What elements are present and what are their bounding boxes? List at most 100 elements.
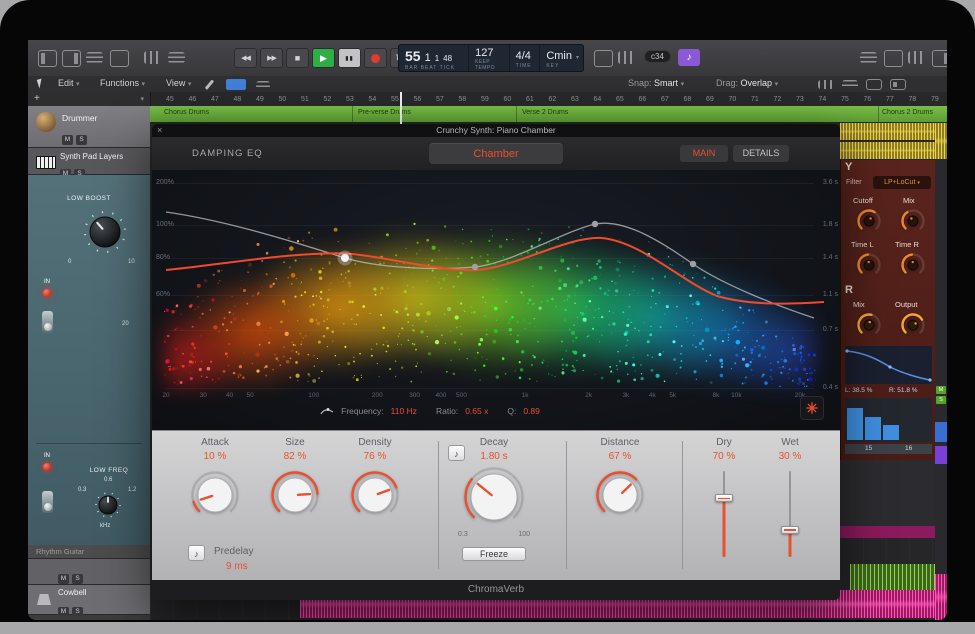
tap-display[interactable] — [845, 398, 932, 442]
header-chevron-icon[interactable]: ▾ — [140, 95, 144, 103]
pointer-tool-icon[interactable] — [37, 78, 45, 88]
freq-toggle-switch[interactable] — [42, 491, 53, 513]
solo-button[interactable]: S — [72, 574, 83, 584]
eq-curves — [152, 170, 840, 430]
quick-help-icon[interactable] — [110, 50, 129, 67]
low-freq-knob[interactable] — [94, 491, 122, 524]
drum-waveform-region[interactable] — [840, 123, 947, 140]
distance-knob[interactable] — [594, 469, 646, 521]
metronome-icon[interactable] — [618, 51, 634, 64]
browsers-icon[interactable] — [932, 50, 947, 67]
time-r-knob[interactable] — [899, 251, 927, 279]
lcd-display[interactable]: 55 1 1 48 BAR BEAT TICK 127 KEEP TEMPO 4… — [398, 44, 584, 72]
time-l-knob[interactable] — [855, 251, 883, 279]
freeze-button[interactable]: Freeze — [462, 547, 526, 561]
in-label: IN — [44, 453, 50, 459]
tab-details[interactable]: DETAILS — [733, 145, 789, 162]
toolbar-icon[interactable] — [86, 52, 103, 63]
dry-value: 70 % — [696, 451, 752, 462]
note-pads-icon[interactable] — [884, 50, 903, 67]
plugin-titlebar[interactable]: × Crunchy Synth: Piano Chamber — [152, 124, 840, 137]
snap-menu[interactable]: Snap: Smart ▾ — [628, 78, 684, 88]
in-led[interactable] — [43, 289, 51, 297]
attack-knob[interactable] — [189, 469, 241, 521]
density-knob[interactable] — [349, 469, 401, 521]
catch-playhead-icon[interactable] — [256, 81, 270, 89]
horizontal-zoom-icon[interactable] — [842, 80, 858, 89]
decay-axis-label: 3.6 s — [823, 179, 838, 186]
damping-eq-display[interactable]: 200%100%80%60% 3.6 s1.8 s1.4 s1.1 s0.7 s… — [152, 170, 840, 430]
mute-button[interactable]: M — [62, 135, 73, 145]
track-header-unnamed[interactable]: MS — [28, 559, 150, 585]
region-verse2-drums[interactable]: Verse 2 Drums — [522, 109, 568, 116]
smart-controls-icon[interactable] — [144, 51, 161, 64]
playhead[interactable] — [400, 92, 402, 124]
room-type-button[interactable]: Chamber — [429, 143, 563, 164]
list-editors-icon[interactable] — [860, 52, 877, 63]
midi-in-button[interactable] — [226, 79, 246, 90]
close-icon[interactable]: × — [157, 124, 162, 137]
forward-button[interactable]: ▶▶ — [260, 48, 283, 68]
region-preverse-drums[interactable]: Pre-verse Drums — [358, 109, 411, 116]
plugin-window-title: Crunchy Synth: Piano Chamber — [436, 125, 556, 135]
track-header-drummer[interactable]: Drummer MS — [28, 106, 150, 148]
vertical-zoom-icon[interactable] — [866, 79, 882, 90]
inspector-icon[interactable] — [62, 50, 81, 67]
cowbell-waveform-region[interactable] — [850, 564, 940, 590]
tuner-button[interactable]: ♪ — [678, 49, 700, 66]
low-boost-knob[interactable] — [82, 209, 128, 260]
eq-node — [592, 221, 598, 227]
wet-slider[interactable] — [780, 471, 800, 557]
functions-menu[interactable]: Functions ▾ — [100, 78, 145, 88]
pencil-tool-icon[interactable] — [205, 79, 214, 89]
dry-slider[interactable] — [714, 471, 734, 557]
filter-mode-button[interactable]: LP+LoCut▾ — [873, 176, 931, 189]
count-in-badge[interactable]: c34 — [644, 50, 671, 63]
rewind-button[interactable]: ◀◀ — [234, 48, 257, 68]
cutoff-knob[interactable] — [855, 207, 883, 235]
track-header-rhythm-guitar[interactable]: Rhythm Guitar — [28, 545, 150, 559]
track-header-synth-pad[interactable]: Synth Pad Layers MS — [28, 148, 150, 175]
mute-button[interactable]: M — [58, 607, 69, 616]
pause-button[interactable]: ▮▮ — [338, 48, 361, 68]
bar-ruler[interactable]: 4546474849505152535455565758596061626364… — [150, 92, 947, 106]
tab-main[interactable]: MAIN — [680, 145, 728, 162]
view-menu[interactable]: View ▾ — [166, 78, 191, 88]
mini-solo-button[interactable]: S — [936, 396, 946, 404]
key-chevron-icon: ▾ — [576, 54, 579, 61]
visualizer-mode-button[interactable] — [800, 396, 824, 420]
mixer-icon[interactable] — [908, 51, 925, 64]
size-knob[interactable] — [269, 469, 321, 521]
out-mix-knob[interactable] — [855, 311, 883, 339]
ruler-tick: 72 — [774, 96, 782, 103]
play-button[interactable]: ▶ — [312, 48, 335, 68]
output-knob[interactable] — [899, 311, 927, 339]
track-header-cowbell[interactable]: Cowbell MS — [28, 585, 150, 615]
edit-menu[interactable]: Edit ▾ — [58, 78, 80, 88]
solo-button[interactable]: S — [72, 607, 83, 616]
drag-menu[interactable]: Drag: Overlap ▾ — [716, 78, 778, 88]
envelope-display[interactable] — [845, 346, 932, 384]
library-icon[interactable] — [38, 50, 57, 67]
boost-toggle-switch[interactable] — [42, 311, 53, 333]
stop-button[interactable]: ■ — [286, 48, 309, 68]
region-chorus-drums[interactable]: Chorus Drums — [164, 109, 209, 116]
add-track-button[interactable]: + — [34, 93, 40, 104]
drum-waveform-region[interactable] — [840, 142, 947, 159]
waveform-zoom-icon[interactable] — [818, 80, 834, 89]
mix-knob[interactable] — [899, 207, 927, 235]
damping-eq-label[interactable]: DAMPING EQ — [192, 148, 263, 159]
mute-button[interactable]: M — [58, 574, 69, 584]
replace-icon[interactable] — [594, 50, 613, 67]
editors-icon[interactable] — [168, 52, 185, 63]
record-button[interactable] — [364, 48, 387, 68]
predelay-sync-button[interactable]: ♪ — [188, 545, 205, 561]
solo-button[interactable]: S — [76, 135, 87, 145]
decay-knob[interactable] — [462, 465, 526, 529]
region-chorus2-drums[interactable]: Chorus 2 Drums — [882, 109, 933, 116]
dry-control: Dry 70 % — [696, 431, 752, 581]
mini-mute-button[interactable]: M — [936, 386, 946, 394]
in-led[interactable] — [43, 463, 51, 471]
zoom-preset-icon[interactable] — [890, 79, 906, 90]
midi-region-strip[interactable] — [840, 526, 947, 538]
